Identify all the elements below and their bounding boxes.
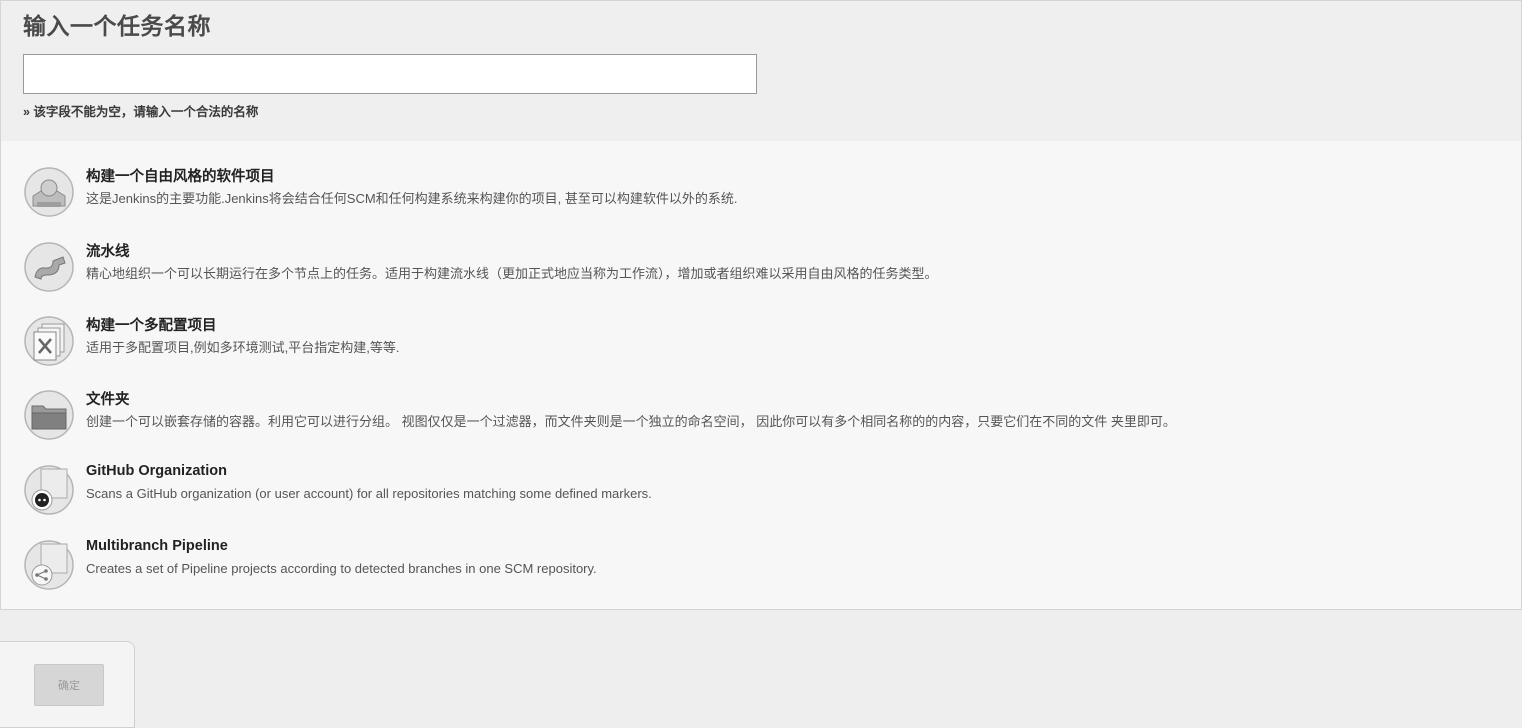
validation-message: » 该字段不能为空，请输入一个合法的名称: [23, 105, 259, 119]
item-type-description: 创建一个可以嵌套存储的容器。利用它可以进行分组。 视图仅仅是一个过滤器，而文件夹…: [86, 414, 1176, 429]
item-type-github-organization[interactable]: GitHub Organization Scans a GitHub organ…: [1, 459, 1401, 523]
item-type-title: Multibranch Pipeline: [86, 538, 228, 554]
item-type-list: 构建一个自由风格的软件项目 这是Jenkins的主要功能.Jenkins将会结合…: [0, 141, 1522, 610]
footer-panel: 确定: [0, 641, 135, 728]
item-type-title: 构建一个自由风格的软件项目: [86, 169, 275, 185]
item-name-input[interactable]: [23, 54, 757, 94]
ok-button[interactable]: 确定: [34, 664, 104, 706]
item-type-multibranch-pipeline[interactable]: Multibranch Pipeline Creates a set of Pi…: [1, 534, 1401, 598]
page-title: 输入一个任务名称: [23, 13, 211, 39]
item-type-title: 构建一个多配置项目: [86, 318, 217, 334]
item-type-multi-config[interactable]: 构建一个多配置项目 适用于多配置项目,例如多环境测试,平台指定构建,等等.: [1, 310, 1401, 374]
item-name-section: 输入一个任务名称 » 该字段不能为空，请输入一个合法的名称: [0, 0, 1522, 142]
item-type-description: Creates a set of Pipeline projects accor…: [86, 561, 597, 576]
github-organization-icon: [23, 464, 75, 516]
multi-config-icon: [23, 315, 75, 367]
item-type-description: 精心地组织一个可以长期运行在多个节点上的任务。适用于构建流水线（更加正式地应当称…: [86, 266, 938, 281]
item-type-pipeline[interactable]: 流水线 精心地组织一个可以长期运行在多个节点上的任务。适用于构建流水线（更加正式…: [1, 236, 1401, 300]
item-type-folder[interactable]: 文件夹 创建一个可以嵌套存储的容器。利用它可以进行分组。 视图仅仅是一个过滤器，…: [1, 384, 1401, 448]
multibranch-pipeline-icon: [23, 539, 75, 591]
item-type-title: 流水线: [86, 244, 130, 260]
pipeline-icon: [23, 241, 75, 293]
item-type-description: 适用于多配置项目,例如多环境测试,平台指定构建,等等.: [86, 340, 400, 355]
item-type-freestyle[interactable]: 构建一个自由风格的软件项目 这是Jenkins的主要功能.Jenkins将会结合…: [1, 161, 1401, 225]
item-type-description: Scans a GitHub organization (or user acc…: [86, 486, 652, 501]
item-type-title: 文件夹: [86, 392, 130, 408]
item-type-title: GitHub Organization: [86, 463, 227, 479]
item-type-description: 这是Jenkins的主要功能.Jenkins将会结合任何SCM和任何构建系统来构…: [86, 191, 738, 206]
folder-icon: [23, 389, 75, 441]
freestyle-project-icon: [23, 166, 75, 218]
